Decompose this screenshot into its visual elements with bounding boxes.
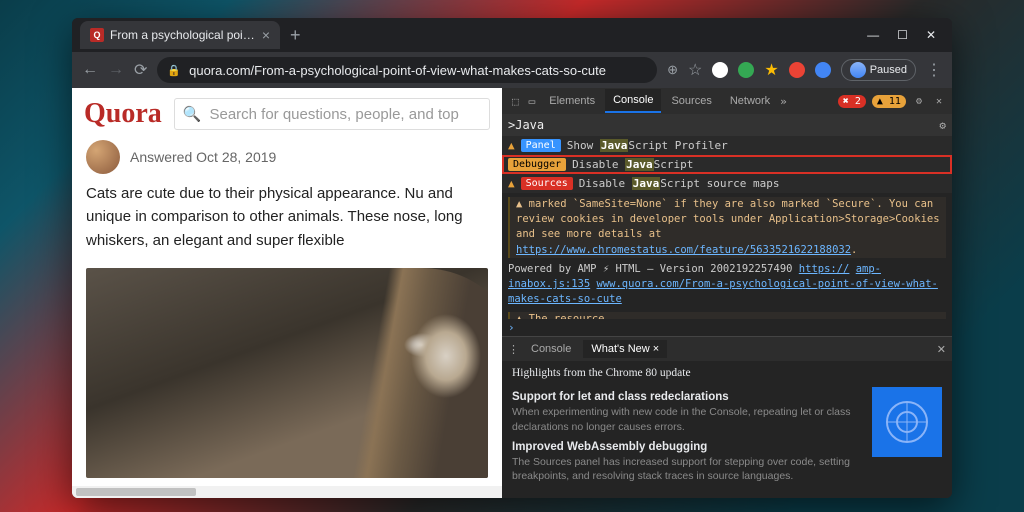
avatar-icon — [850, 62, 866, 78]
profile-status: Paused — [870, 64, 907, 76]
command-label: Disable JavaScript source maps — [579, 177, 780, 190]
extension-4[interactable] — [789, 62, 805, 78]
drawer-tabs: ⋮ Console What's New × ✕ — [502, 337, 952, 361]
window-controls: — ☐ ✕ — [867, 28, 944, 42]
quora-logo[interactable]: Quora — [84, 98, 162, 130]
maximize-icon[interactable]: ☐ — [897, 28, 908, 42]
tab-title: From a psychological point of vi — [110, 28, 256, 42]
more-tabs-icon[interactable]: » — [780, 95, 787, 108]
extension-5[interactable] — [815, 62, 831, 78]
search-placeholder: Search for questions, people, and top — [209, 106, 458, 123]
devtools-tabs: ⬚ ▭ Elements Console Sources Network » ✖… — [502, 88, 952, 114]
command-input[interactable] — [508, 118, 939, 132]
device-icon[interactable]: ▭ — [525, 95, 540, 108]
drawer-menu-icon[interactable]: ⋮ — [508, 343, 519, 356]
tab-strip: Q From a psychological point of vi × + —… — [72, 18, 952, 52]
profile-chip[interactable]: Paused — [841, 59, 916, 81]
cat-illustration — [278, 268, 488, 478]
whatsnew-title: Support for let and class redeclarations — [512, 391, 860, 403]
extension-2[interactable] — [738, 62, 754, 78]
devtools-panel: ⬚ ▭ Elements Console Sources Network » ✖… — [502, 88, 952, 498]
drawer-close-icon[interactable]: ✕ — [937, 343, 946, 356]
reload-button[interactable]: ⟳ — [134, 60, 147, 80]
toolbar-actions: ⊕ ☆ ★ Paused ⋮ — [667, 59, 942, 81]
warning-badge[interactable]: ▲ 11 — [872, 95, 906, 108]
share-icon[interactable]: ⊕ — [667, 62, 678, 78]
command-menu: ⚙ — [502, 114, 952, 136]
content-area: Quora 🔍 Search for questions, people, an… — [72, 88, 952, 498]
quora-search[interactable]: 🔍 Search for questions, people, and top — [174, 98, 490, 130]
webpage: Quora 🔍 Search for questions, people, an… — [72, 88, 502, 498]
whatsnew-desc: When experimenting with new code in the … — [512, 405, 860, 434]
devtools-drawer: ⋮ Console What's New × ✕ Highlights from… — [502, 336, 952, 498]
command-category: Debugger — [508, 158, 566, 171]
command-category: Panel — [521, 139, 561, 152]
tab-elements[interactable]: Elements — [541, 90, 603, 112]
answer-body: Cats are cute due to their physical appe… — [72, 180, 502, 254]
extension-1[interactable] — [712, 62, 728, 78]
whatsnew-title: Improved WebAssembly debugging — [512, 441, 860, 453]
url-text: quora.com/From-a-psychological-point-of-… — [189, 63, 606, 78]
command-result-row[interactable]: Debugger Disable JavaScript — [502, 155, 952, 174]
new-tab-button[interactable]: + — [290, 25, 301, 46]
lock-icon: 🔒 — [167, 64, 181, 77]
extension-3[interactable]: ★ — [764, 60, 778, 80]
drawer-body: Support for let and class redeclarations… — [502, 379, 952, 498]
search-icon: 🔍 — [183, 105, 202, 123]
devtools-settings-icon[interactable]: ⚙ — [912, 96, 926, 107]
author-avatar[interactable] — [86, 140, 120, 174]
drawer-tab-whatsnew[interactable]: What's New × — [583, 340, 667, 358]
console-prompt[interactable]: › — [508, 321, 515, 334]
quora-favicon: Q — [90, 28, 104, 42]
close-window-icon[interactable]: ✕ — [926, 28, 936, 42]
console-message: ▲ marked `SameSite=None` if they are als… — [508, 197, 946, 258]
address-bar[interactable]: 🔒 quora.com/From-a-psychological-point-o… — [157, 57, 657, 83]
bookmark-icon[interactable]: ☆ — [688, 60, 702, 80]
tab-sources[interactable]: Sources — [663, 90, 719, 112]
browser-menu-icon[interactable]: ⋮ — [926, 60, 942, 80]
command-results: ▲PanelShow JavaScript ProfilerDebuggerDi… — [502, 136, 952, 193]
tab-network[interactable]: Network — [722, 90, 778, 112]
answer-meta: Answered Oct 28, 2019 — [72, 140, 502, 180]
chrome-80-icon — [872, 387, 942, 457]
drawer-heading: Highlights from the Chrome 80 update — [502, 361, 952, 379]
command-settings-icon[interactable]: ⚙ — [939, 119, 946, 132]
answer-image — [86, 268, 488, 478]
command-result-row[interactable]: ▲PanelShow JavaScript Profiler — [502, 136, 952, 155]
tab-close-icon[interactable]: × — [262, 27, 270, 43]
tab-console[interactable]: Console — [605, 89, 661, 113]
back-button[interactable]: ← — [82, 61, 98, 79]
quora-header: Quora 🔍 Search for questions, people, an… — [72, 88, 502, 140]
console-output: ▲ marked `SameSite=None` if they are als… — [502, 193, 952, 319]
drawer-tab-console[interactable]: Console — [523, 340, 579, 358]
answer-date: Answered Oct 28, 2019 — [130, 149, 276, 165]
inspect-icon[interactable]: ⬚ — [508, 95, 523, 108]
drawer-tab-close-icon[interactable]: × — [653, 343, 659, 355]
toolbar: ← → ⟳ 🔒 quora.com/From-a-psychological-p… — [72, 52, 952, 88]
console-message: ▲ The resource https://cdn.ampproject.or… — [508, 312, 946, 320]
whatsnew-desc: The Sources panel has increased support … — [512, 455, 860, 484]
browser-tab[interactable]: Q From a psychological point of vi × — [80, 21, 280, 49]
forward-button[interactable]: → — [108, 61, 124, 79]
command-label: Show JavaScript Profiler — [567, 139, 728, 152]
command-category: Sources — [521, 177, 573, 190]
command-label: Disable JavaScript — [572, 158, 693, 171]
console-message: Powered by AMP ⚡ HTML – Version 20021922… — [508, 262, 946, 308]
devtools-close-icon[interactable]: ✕ — [932, 96, 946, 107]
command-result-row[interactable]: ▲SourcesDisable JavaScript source maps — [502, 174, 952, 193]
error-badge[interactable]: ✖ 2 — [838, 95, 866, 108]
minimize-icon[interactable]: — — [867, 28, 879, 42]
browser-window: Q From a psychological point of vi × + —… — [72, 18, 952, 498]
horizontal-scrollbar[interactable] — [72, 486, 502, 498]
